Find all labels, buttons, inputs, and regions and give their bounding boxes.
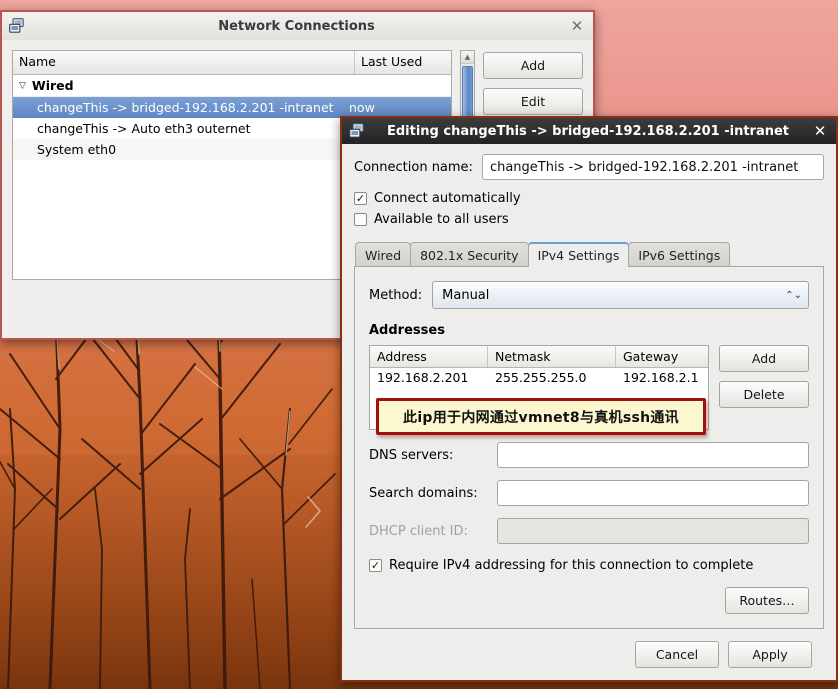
close-icon[interactable]: ✕ (567, 16, 587, 36)
column-header-netmask[interactable]: Netmask (488, 346, 616, 367)
method-select[interactable]: Manual ⌃⌄ (432, 281, 809, 309)
netconn-titlebar[interactable]: Network Connections ✕ (2, 12, 593, 40)
available-all-users-checkbox[interactable]: ✓ (354, 213, 367, 226)
search-domains-row: Search domains: (369, 480, 809, 506)
add-connection-button[interactable]: Add (483, 52, 583, 79)
scroll-up-icon[interactable]: ▲ (461, 51, 474, 64)
edit-connection-button[interactable]: Edit (483, 88, 583, 115)
available-all-users-label: Available to all users (374, 212, 509, 227)
routes-row: Routes… (369, 587, 809, 614)
require-ipv4-checkbox[interactable]: ✓ (369, 559, 382, 572)
list-header: Name Last Used (13, 51, 451, 75)
column-header-last-used[interactable]: Last Used (355, 51, 451, 74)
connect-automatically-label: Connect automatically (374, 191, 521, 206)
chevron-down-icon[interactable]: ▽ (19, 81, 26, 91)
close-icon[interactable]: ✕ (810, 121, 830, 141)
table-row[interactable]: 192.168.2.201 255.255.255.0 192.168.2.1 (370, 368, 708, 387)
tab-ipv6-settings[interactable]: IPv6 Settings (628, 242, 731, 267)
cell-gateway[interactable]: 192.168.2.1 (616, 368, 708, 387)
dhcp-client-id-label: DHCP client ID: (369, 523, 468, 539)
edit-dialog-titlebar[interactable]: Editing changeThis -> bridged-192.168.2.… (342, 118, 836, 144)
require-ipv4-row[interactable]: ✓ Require IPv4 addressing for this conne… (369, 558, 809, 573)
group-label: Wired (31, 78, 74, 93)
edit-connection-dialog[interactable]: Editing changeThis -> bridged-192.168.2.… (340, 116, 838, 682)
connection-name: changeThis -> bridged-192.168.2.201 -int… (37, 100, 334, 115)
addresses-table[interactable]: Address Netmask Gateway 192.168.2.201 25… (369, 345, 709, 435)
routes-button[interactable]: Routes… (725, 587, 809, 614)
connect-automatically-checkbox[interactable]: ✓ (354, 192, 367, 205)
addresses-buttons: Add Delete (719, 345, 809, 408)
addresses-section-title: Addresses (369, 323, 445, 338)
method-row: Method: Manual ⌃⌄ (369, 281, 809, 309)
cell-netmask[interactable]: 255.255.255.0 (488, 368, 616, 387)
method-label: Method: (369, 287, 423, 303)
column-header-address[interactable]: Address (370, 346, 488, 367)
add-address-button[interactable]: Add (719, 345, 809, 372)
search-domains-label: Search domains: (369, 485, 478, 501)
tab-wired[interactable]: Wired (355, 242, 412, 267)
connection-name-label: Connection name: (354, 159, 473, 175)
group-row-wired[interactable]: ▽ Wired (13, 75, 451, 97)
delete-address-button[interactable]: Delete (719, 381, 809, 408)
netconn-title: Network Connections (218, 18, 375, 34)
dns-servers-input[interactable] (497, 442, 809, 468)
cancel-button[interactable]: Cancel (635, 641, 719, 668)
require-ipv4-label: Require IPv4 addressing for this connect… (389, 558, 754, 573)
column-header-gateway[interactable]: Gateway (616, 346, 708, 367)
tab-8021x-security[interactable]: 802.1x Security (410, 242, 529, 267)
connection-name-row: Connection name: (354, 154, 824, 180)
dns-servers-label: DNS servers: (369, 447, 454, 463)
dhcp-client-id-row: DHCP client ID: (369, 518, 809, 544)
table-row[interactable]: changeThis -> bridged-192.168.2.201 -int… (13, 97, 451, 118)
settings-tabs: Wired 802.1x Security IPv4 Settings IPv6… (354, 242, 824, 267)
annotation-callout: 此ip用于内网通过vmnet8与真机ssh通讯 (376, 398, 706, 435)
apply-button[interactable]: Apply (728, 641, 812, 668)
network-connections-icon (9, 18, 24, 33)
cell-address[interactable]: 192.168.2.201 (370, 368, 488, 387)
connection-name-input[interactable] (481, 154, 824, 180)
method-value: Manual (442, 287, 490, 303)
edit-dialog-body: Connection name: ✓ Connect automatically… (342, 144, 836, 680)
dialog-action-buttons: Cancel Apply (354, 629, 824, 680)
dhcp-client-id-input (497, 518, 809, 544)
addresses-area: Address Netmask Gateway 192.168.2.201 25… (369, 345, 809, 435)
connection-last-used: now (349, 100, 375, 115)
dns-servers-row: DNS servers: (369, 442, 809, 468)
search-domains-input[interactable] (497, 480, 809, 506)
connection-name: changeThis -> Auto eth3 outernet (37, 121, 251, 136)
annotation-text: 此ip用于内网通过vmnet8与真机ssh通讯 (403, 409, 679, 426)
column-header-name[interactable]: Name (13, 51, 355, 74)
tab-ipv4-settings[interactable]: IPv4 Settings (527, 242, 630, 267)
chevron-updown-icon[interactable]: ⌃⌄ (785, 290, 802, 300)
edit-dialog-title: Editing changeThis -> bridged-192.168.2.… (386, 123, 790, 139)
addresses-table-header: Address Netmask Gateway (370, 346, 708, 368)
network-connections-icon (349, 123, 364, 138)
connection-name: System eth0 (37, 142, 117, 157)
available-all-users-row[interactable]: ✓ Available to all users (354, 212, 824, 227)
connect-automatically-row[interactable]: ✓ Connect automatically (354, 191, 824, 206)
ipv4-settings-panel: Method: Manual ⌃⌄ Addresses Address Netm… (354, 266, 824, 629)
